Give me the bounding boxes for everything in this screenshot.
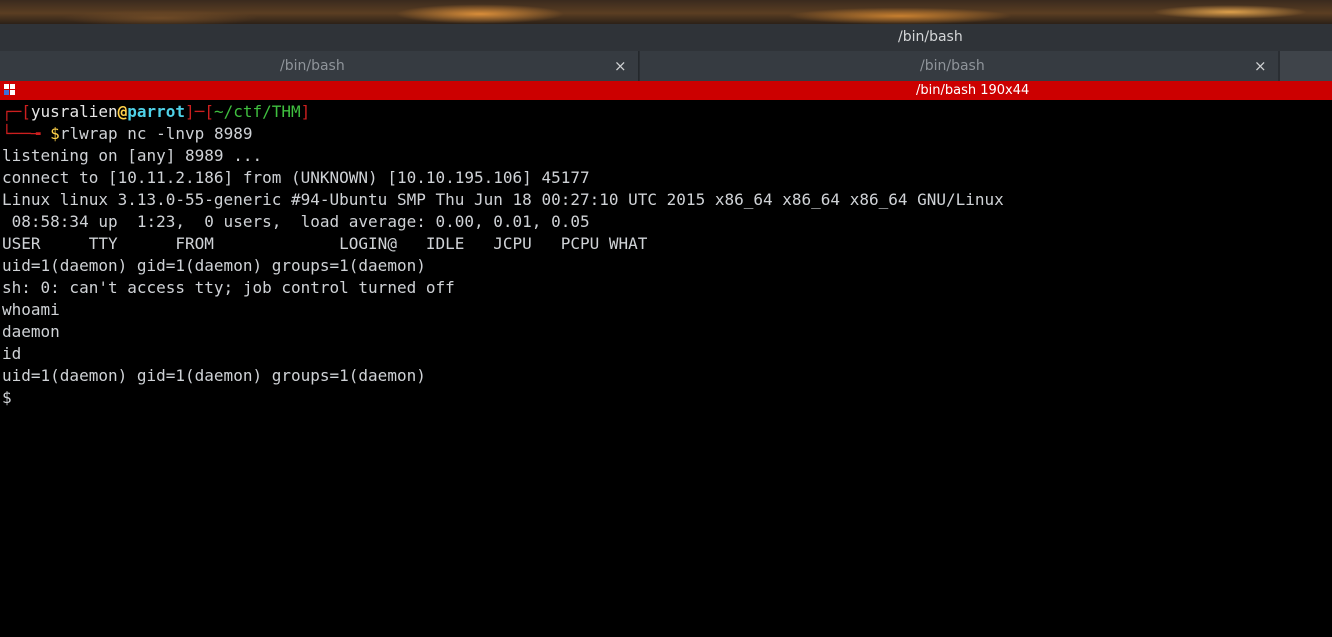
close-icon[interactable]: × (1254, 51, 1267, 81)
command-line: └──╼ $rlwrap nc -lnvp 8989 (2, 123, 252, 145)
terminal-output[interactable]: ┌─[yusralien@parrot]─[~/ctf/THM] └──╼ $r… (0, 100, 1332, 637)
output-line: whoami (2, 300, 60, 319)
prompt-line: ┌─[yusralien@parrot]─[~/ctf/THM] (2, 101, 310, 123)
output-line: uid=1(daemon) gid=1(daemon) groups=1(dae… (2, 256, 426, 275)
tab-bash-1[interactable]: /bin/bash × (0, 51, 639, 81)
output-line: id (2, 344, 22, 363)
close-icon[interactable]: × (614, 51, 627, 81)
tab-bar: /bin/bash × /bin/bash × (0, 51, 1332, 81)
output-line: uid=1(daemon) gid=1(daemon) groups=1(dae… (2, 366, 426, 385)
output-line: connect to [10.11.2.186] from (UNKNOWN) … (2, 168, 590, 187)
output-line: USER TTY FROM LOGIN@ IDLE JCPU PCPU WHAT (2, 234, 648, 253)
prompt-bracket-close: ] (300, 102, 311, 121)
prompt-corner: └──╼ (2, 124, 51, 143)
tab-bash-2[interactable]: /bin/bash × (640, 51, 1278, 81)
prompt-user: yusralien (30, 102, 118, 121)
terminal-session-title: /bin/bash 190x44 (916, 83, 1030, 98)
prompt-path: ~/ctf/THM (213, 102, 301, 121)
window-titlebar[interactable]: /bin/bash (0, 24, 1332, 51)
shell-prompt[interactable]: $ (2, 387, 12, 409)
desktop-wallpaper (0, 0, 1332, 24)
tab-label: /bin/bash (920, 58, 985, 74)
output-line: listening on [any] 8989 ... (2, 146, 263, 165)
output-line: sh: 0: can't access tty; job control tur… (2, 278, 455, 297)
terminal-split-icon[interactable] (4, 84, 16, 96)
terminal-session-bar: /bin/bash 190x44 (0, 81, 1332, 100)
output-line: 08:58:34 up 1:23, 0 users, load average:… (2, 212, 590, 231)
prompt-at: @ (117, 102, 128, 121)
output-line: Linux linux 3.13.0-55-generic #94-Ubuntu… (2, 190, 1004, 209)
prompt-separator: ]─[ (185, 102, 214, 121)
prompt-bracket: ┌─[ (2, 102, 31, 121)
prompt-dollar: $ (50, 124, 60, 143)
command-text: rlwrap nc -lnvp 8989 (59, 124, 253, 143)
prompt-host: parrot (127, 102, 186, 121)
tab-label: /bin/bash (280, 58, 345, 74)
output-line: daemon (2, 322, 60, 341)
window-title: /bin/bash (898, 29, 963, 45)
new-tab-area[interactable] (1280, 51, 1332, 81)
